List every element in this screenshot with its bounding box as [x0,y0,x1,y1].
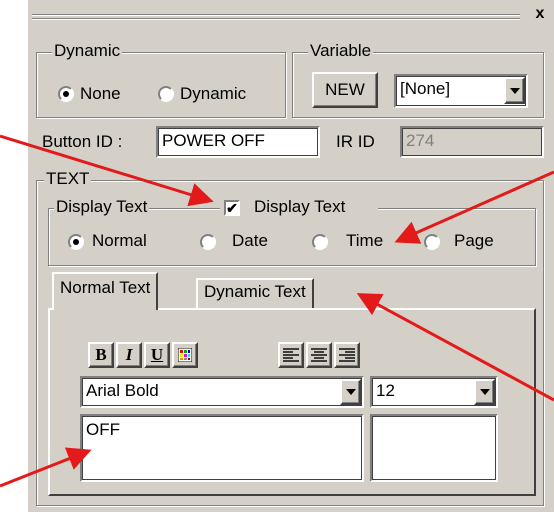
button-id-value: POWER OFF [162,131,265,150]
ir-id-value: 274 [406,131,435,150]
radio-dynamic[interactable] [158,86,174,102]
align-right-icon [339,348,355,362]
radio-time[interactable] [312,234,328,250]
text-group-title: TEXT [44,169,92,188]
text-content-area[interactable]: OFF [80,414,364,482]
tab-normal-text-label: Normal Text [60,278,151,297]
radio-page-label: Page [454,231,494,250]
variable-group-title: Variable [308,41,374,60]
radio-date-label: Date [232,231,268,250]
font-family-dropdown-button[interactable] [340,379,361,405]
radio-date[interactable] [200,234,216,250]
chevron-down-icon [479,389,490,395]
display-text-checkbox-label: Display Text [254,197,346,216]
align-center-button[interactable] [306,342,332,368]
properties-panel: x Dynamic None Dynamic Variable NEW [Non… [28,0,554,512]
color-button[interactable] [172,342,198,368]
tab-normal-text[interactable]: Normal Text [52,272,159,310]
button-id-input[interactable]: POWER OFF [156,126,320,158]
grip-line [32,19,520,20]
close-icon[interactable]: x [530,4,550,24]
text-preview-box [370,414,498,482]
font-family-select[interactable]: Arial Bold [80,376,364,408]
radio-none-label: None [80,84,121,103]
new-variable-button-label: NEW [325,80,365,99]
align-center-icon [311,348,327,362]
bold-button[interactable]: B [88,342,114,368]
align-left-icon [283,348,299,362]
italic-icon: I [125,345,133,364]
font-size-value: 12 [376,381,395,400]
dynamic-group [36,52,286,118]
radio-time-label: Time [346,231,384,250]
ir-id-label: IR ID [336,132,375,151]
font-size-dropdown-button[interactable] [474,379,495,405]
bold-icon: B [95,345,107,364]
text-content-value: OFF [86,420,120,439]
align-right-button[interactable] [334,342,360,368]
dynamic-group-title: Dynamic [52,41,123,60]
grip-line [32,15,520,16]
radio-page[interactable] [424,234,440,250]
variable-select-value: [None] [400,79,451,98]
chevron-down-icon [345,389,356,395]
chevron-down-icon [509,87,520,94]
new-variable-button[interactable]: NEW [312,72,378,108]
italic-button[interactable]: I [116,342,142,368]
tab-dynamic-text[interactable]: Dynamic Text [196,278,314,308]
tab-dynamic-text-label: Dynamic Text [204,282,306,301]
button-id-label: Button ID : [42,132,123,151]
underline-icon: U [150,345,164,364]
radio-dynamic-label: Dynamic [180,84,247,103]
display-text-group-title: Display Text [54,197,150,216]
align-left-button[interactable] [278,342,304,368]
radio-normal[interactable] [68,234,84,250]
variable-dropdown-button[interactable] [504,77,525,104]
underline-button[interactable]: U [144,342,170,368]
radio-none[interactable] [58,86,74,102]
font-family-value: Arial Bold [86,381,159,400]
ir-id-input[interactable]: 274 [400,126,544,158]
color-palette-icon [178,348,192,362]
radio-normal-label: Normal [92,231,147,250]
display-text-checkbox[interactable]: ✔ [224,200,240,216]
